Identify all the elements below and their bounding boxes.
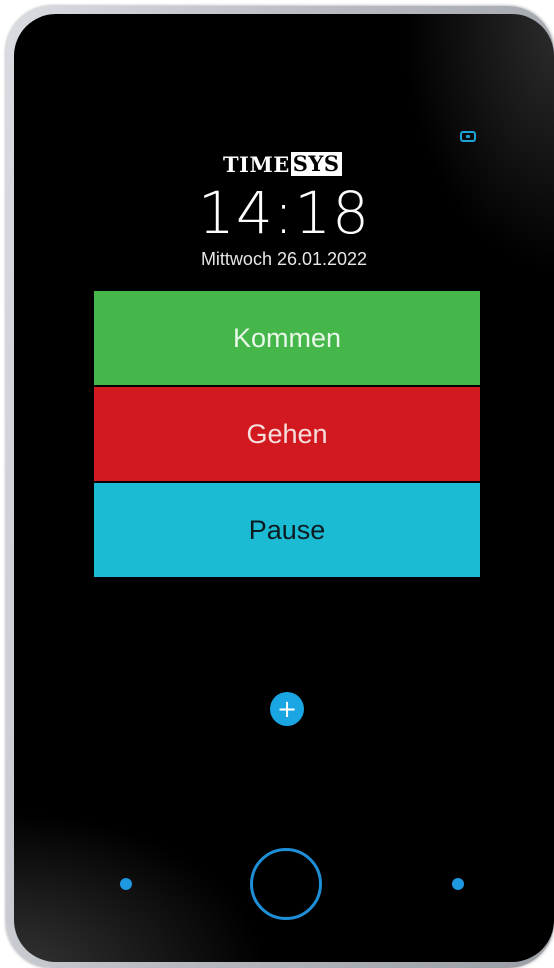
terminal-device: TIME SYS 14:18 Mittwoch 26.01.2022 Kommen…: [6, 6, 554, 968]
right-indicator-dot-icon: [452, 878, 464, 890]
screen: TIME SYS 14:18 Mittwoch 26.01.2022 Kommen…: [14, 14, 554, 962]
gehen-button[interactable]: Gehen: [94, 387, 480, 481]
kommen-button[interactable]: Kommen: [94, 291, 480, 385]
plus-symbol: +: [276, 695, 298, 723]
clock-date: Mittwoch 26.01.2022: [200, 249, 368, 269]
left-indicator-dot-icon: [120, 878, 132, 890]
logo-part-sys: SYS: [290, 151, 342, 176]
camera-icon: [460, 131, 476, 142]
plus-icon[interactable]: +: [270, 692, 304, 726]
clock-time: 14:18: [197, 179, 371, 247]
timesys-logo: TIME SYS: [222, 150, 342, 178]
home-button-icon[interactable]: [250, 848, 322, 920]
pause-button[interactable]: Pause: [94, 483, 480, 577]
logo-part-time: TIME: [223, 151, 290, 177]
